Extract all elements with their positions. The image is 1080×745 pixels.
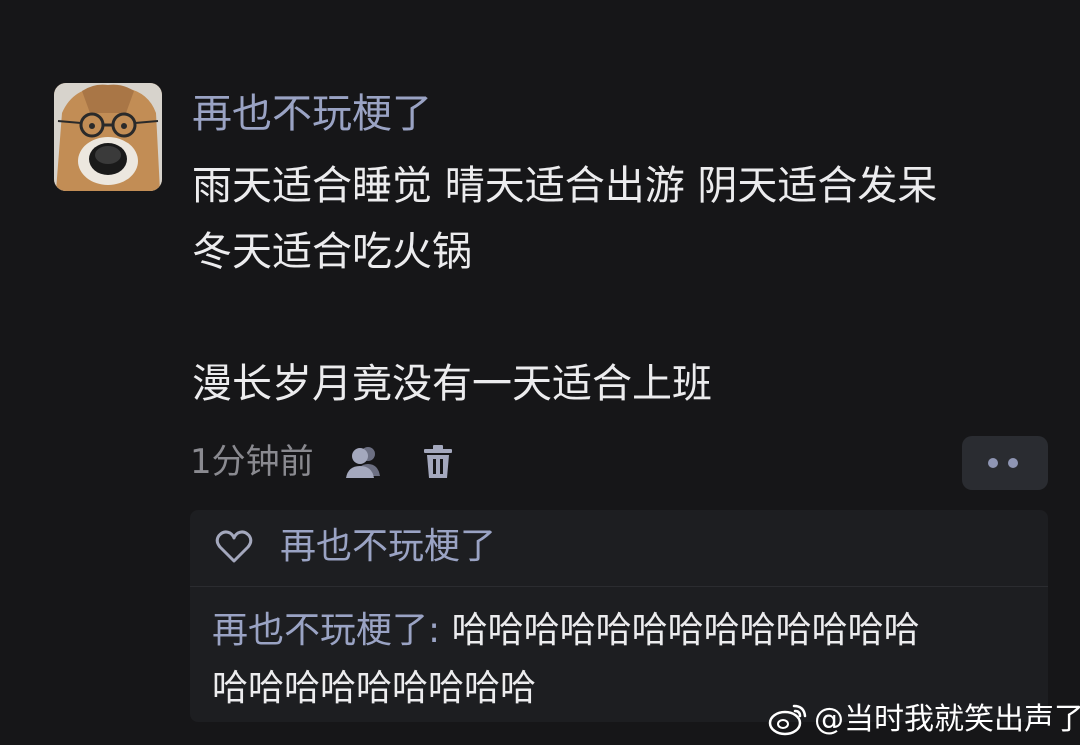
reply-text: 哈哈哈哈哈哈哈哈哈哈哈哈哈 — [451, 610, 920, 651]
reply-author[interactable]: 再也不玩梗了: — [212, 610, 440, 651]
person-icon[interactable] — [344, 442, 384, 482]
divider — [190, 586, 1048, 587]
liked-by-row[interactable]: 再也不玩梗了 — [190, 510, 1048, 586]
more-dots-icon — [988, 458, 998, 468]
dog-with-glasses-avatar-image — [54, 83, 162, 191]
more-options-button[interactable] — [962, 436, 1048, 490]
more-dots-icon — [1008, 458, 1018, 468]
reply-line: 再也不玩梗了: 哈哈哈哈哈哈哈哈哈哈哈哈哈 — [212, 606, 920, 656]
user-avatar[interactable] — [54, 83, 162, 191]
watermark-text: @当时我就笑出声了 — [814, 702, 1080, 737]
reply-panel: 再也不玩梗了 再也不玩梗了: 哈哈哈哈哈哈哈哈哈哈哈哈哈 哈哈哈哈哈哈哈哈哈 — [190, 510, 1048, 722]
comment-timestamp: 1分钟前 — [190, 442, 314, 482]
comment-text-line: 雨天适合睡觉 晴天适合出游 阴天适合发呆 — [192, 163, 938, 209]
comment-username[interactable]: 再也不玩梗了 — [192, 88, 432, 140]
liked-by-username[interactable]: 再也不玩梗了 — [280, 522, 496, 572]
reply-text-continued: 哈哈哈哈哈哈哈哈哈 — [212, 668, 537, 709]
trash-icon[interactable] — [418, 442, 458, 482]
comment-text-line: 漫长岁月竟没有一天适合上班 — [192, 361, 712, 407]
heart-icon[interactable] — [214, 527, 254, 567]
comment-text-line: 冬天适合吃火锅 — [192, 229, 472, 275]
weibo-logo — [768, 704, 807, 736]
